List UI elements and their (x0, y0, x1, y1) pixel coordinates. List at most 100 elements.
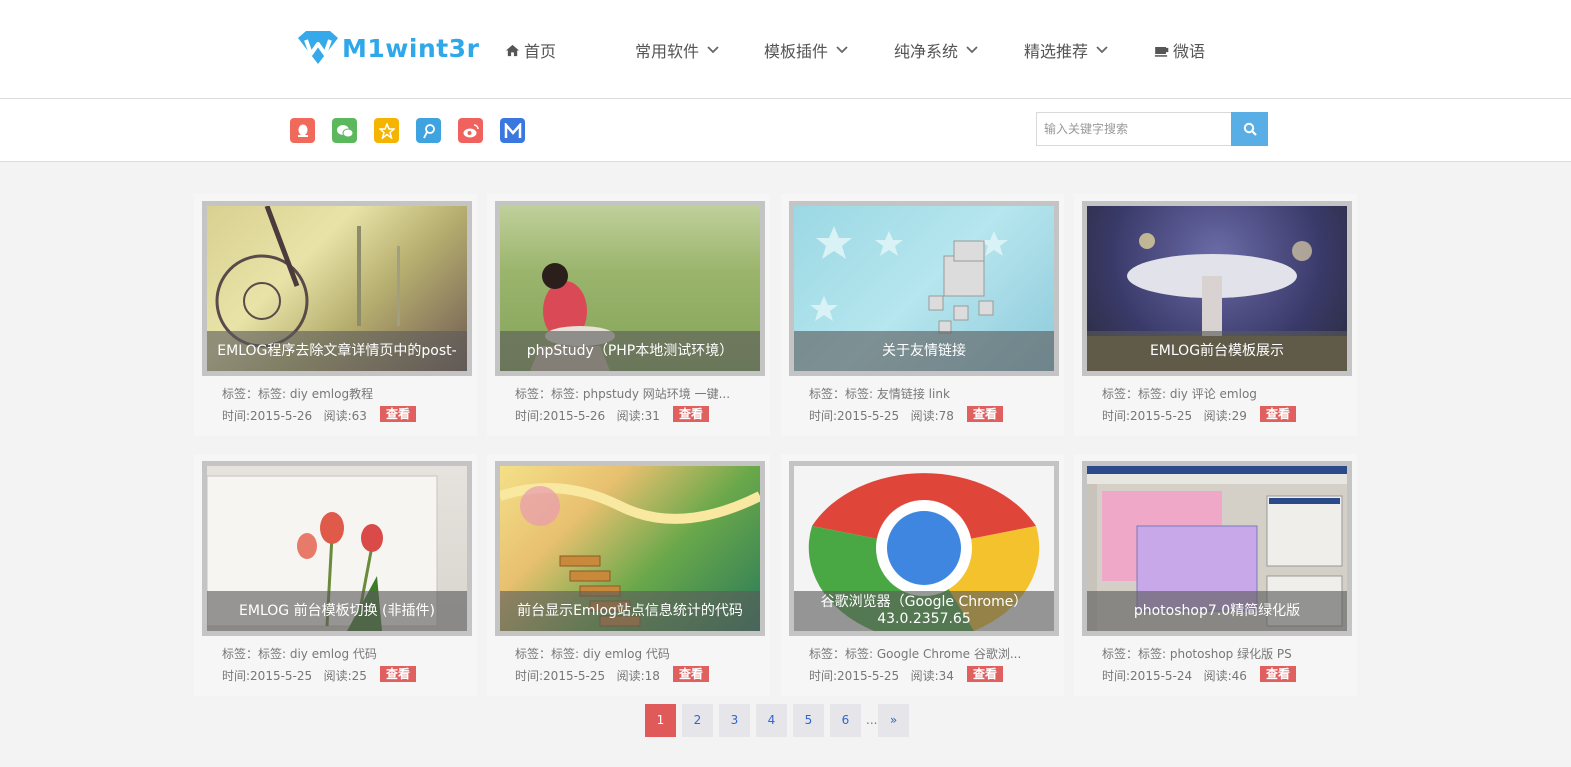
post-date: 时间:2015-5-26 (222, 409, 313, 423)
view-button[interactable]: 查看 (673, 666, 709, 682)
qzone-icon[interactable] (374, 118, 399, 143)
post-reads: 阅读:46 (1203, 669, 1247, 683)
nav-label: 常用软件 (635, 42, 700, 61)
post-reads: 阅读:18 (616, 669, 660, 683)
nav-featured[interactable]: 精选推荐 (1024, 38, 1108, 62)
post-title[interactable]: 谷歌浏览器（Google Chrome） 43.0.2357.65 (794, 591, 1054, 631)
post-reads: 阅读:31 (616, 409, 660, 423)
post-thumbnail[interactable]: 关于友情链接 (789, 201, 1059, 376)
m-logo-icon[interactable] (500, 118, 525, 143)
post-tags[interactable]: 标签：标签: photoshop 绿化版 PS (1102, 645, 1332, 662)
post-card: EMLOG 前台模板切换 (非插件) 标签：标签: diy emlog 代码 时… (194, 454, 477, 696)
view-button[interactable]: 查看 (1260, 666, 1296, 682)
post-card: EMLOG程序去除文章详情页中的post- 标签：标签: diy emlog教程… (194, 194, 477, 436)
search-icon (1243, 122, 1257, 136)
post-title[interactable]: phpStudy（PHP本地测试环境） (500, 331, 760, 371)
page-6[interactable]: 6 (830, 704, 861, 737)
page-2[interactable]: 2 (682, 704, 713, 737)
post-meta: 时间:2015-5-25 阅读:18 (515, 667, 660, 684)
view-button[interactable]: 查看 (967, 406, 1003, 422)
qq-icon[interactable] (290, 118, 315, 143)
nav-label: 精选推荐 (1024, 42, 1089, 61)
post-thumbnail[interactable]: 前台显示Emlog站点信息统计的代码 (495, 461, 765, 636)
home-icon (505, 44, 520, 56)
post-thumbnail[interactable]: 谷歌浏览器（Google Chrome） 43.0.2357.65 (789, 461, 1059, 636)
post-reads: 阅读:34 (910, 669, 954, 683)
post-tags[interactable]: 标签：标签: diy emlog教程 (222, 385, 452, 402)
next-page-button[interactable]: » (878, 704, 909, 737)
chevron-down-icon (1096, 46, 1108, 54)
view-button[interactable]: 查看 (380, 666, 416, 682)
page-ellipsis: ... (866, 713, 878, 727)
post-tags[interactable]: 标签：标签: 友情链接 link (809, 385, 1039, 402)
nav-label: 模板插件 (764, 42, 829, 61)
post-tags[interactable]: 标签：标签: phpstudy 网站环境 一键... (515, 385, 745, 402)
view-button[interactable]: 查看 (967, 666, 1003, 682)
post-title[interactable]: photoshop7.0精简绿化版 (1087, 591, 1347, 631)
page-3[interactable]: 3 (719, 704, 750, 737)
post-tags[interactable]: 标签：标签: diy 评论 emlog (1102, 385, 1332, 402)
wechat-icon[interactable] (332, 118, 357, 143)
post-date: 时间:2015-5-25 (1102, 409, 1193, 423)
post-date: 时间:2015-5-24 (1102, 669, 1193, 683)
nav-label: 纯净系统 (894, 42, 959, 61)
post-title[interactable]: 关于友情链接 (794, 331, 1054, 371)
post-meta: 时间:2015-5-25 阅读:78 (809, 407, 954, 424)
nav-microblog[interactable]: 微语 (1154, 38, 1205, 62)
nav-systems[interactable]: 纯净系统 (894, 38, 978, 62)
search-input[interactable] (1036, 112, 1232, 146)
page-4[interactable]: 4 (756, 704, 787, 737)
post-thumbnail[interactable]: EMLOG前台模板展示 (1082, 201, 1352, 376)
view-button[interactable]: 查看 (673, 406, 709, 422)
post-date: 时间:2015-5-25 (809, 669, 900, 683)
post-thumbnail[interactable]: EMLOG程序去除文章详情页中的post- (202, 201, 472, 376)
post-date: 时间:2015-5-25 (222, 669, 313, 683)
post-reads: 阅读:78 (910, 409, 954, 423)
view-button[interactable]: 查看 (380, 406, 416, 422)
post-thumbnail[interactable]: EMLOG 前台模板切换 (非插件) (202, 461, 472, 636)
post-meta: 时间:2015-5-25 阅读:29 (1102, 407, 1247, 424)
nav-label: 微语 (1173, 42, 1206, 61)
nav-software[interactable]: 常用软件 (635, 38, 719, 62)
post-thumbnail[interactable]: phpStudy（PHP本地测试环境） (495, 201, 765, 376)
logo-text: M1wint3r (342, 33, 480, 63)
post-date: 时间:2015-5-25 (809, 409, 900, 423)
tencent-weibo-icon[interactable] (416, 118, 441, 143)
post-thumbnail[interactable]: photoshop7.0精简绿化版 (1082, 461, 1352, 636)
post-meta: 时间:2015-5-26 阅读:63 (222, 407, 367, 424)
nav-templates[interactable]: 模板插件 (764, 38, 848, 62)
post-title[interactable]: EMLOG 前台模板切换 (非插件) (207, 591, 467, 631)
post-title[interactable]: EMLOG前台模板展示 (1087, 331, 1347, 371)
post-tags[interactable]: 标签：标签: diy emlog 代码 (515, 645, 745, 662)
social-search-bar (0, 99, 1571, 162)
post-reads: 阅读:25 (323, 669, 367, 683)
post-card: photoshop7.0精简绿化版 标签：标签: photoshop 绿化版 P… (1074, 454, 1357, 696)
page-1[interactable]: 1 (645, 704, 676, 737)
view-button[interactable]: 查看 (1260, 406, 1296, 422)
nav-home[interactable]: 首页 (505, 38, 556, 62)
post-date: 时间:2015-5-26 (515, 409, 606, 423)
page-5[interactable]: 5 (793, 704, 824, 737)
post-reads: 阅读:29 (1203, 409, 1247, 423)
coffee-icon (1154, 46, 1169, 57)
post-date: 时间:2015-5-25 (515, 669, 606, 683)
post-tags[interactable]: 标签：标签: Google Chrome 谷歌浏... (809, 645, 1039, 662)
site-logo[interactable]: M1wint3r (296, 30, 479, 66)
post-card: 前台显示Emlog站点信息统计的代码 标签：标签: diy emlog 代码 时… (487, 454, 770, 696)
post-card: phpStudy（PHP本地测试环境） 标签：标签: phpstudy 网站环境… (487, 194, 770, 436)
post-meta: 时间:2015-5-25 阅读:34 (809, 667, 954, 684)
post-title[interactable]: 前台显示Emlog站点信息统计的代码 (500, 591, 760, 631)
post-meta: 时间:2015-5-24 阅读:46 (1102, 667, 1247, 684)
chevron-down-icon (966, 46, 978, 54)
post-title[interactable]: EMLOG程序去除文章详情页中的post- (207, 331, 467, 371)
chevron-down-icon (836, 46, 848, 54)
post-card: EMLOG前台模板展示 标签：标签: diy 评论 emlog 时间:2015-… (1074, 194, 1357, 436)
post-tags[interactable]: 标签：标签: diy emlog 代码 (222, 645, 452, 662)
weibo-icon[interactable] (458, 118, 483, 143)
search-button[interactable] (1231, 112, 1268, 146)
post-meta: 时间:2015-5-26 阅读:31 (515, 407, 660, 424)
post-reads: 阅读:63 (323, 409, 367, 423)
logo-diamond-icon (298, 31, 338, 64)
nav-label: 首页 (524, 42, 557, 61)
site-header: M1wint3r 首页 常用软件 模板插件 纯净系统 精选推荐 微语 (0, 0, 1571, 99)
